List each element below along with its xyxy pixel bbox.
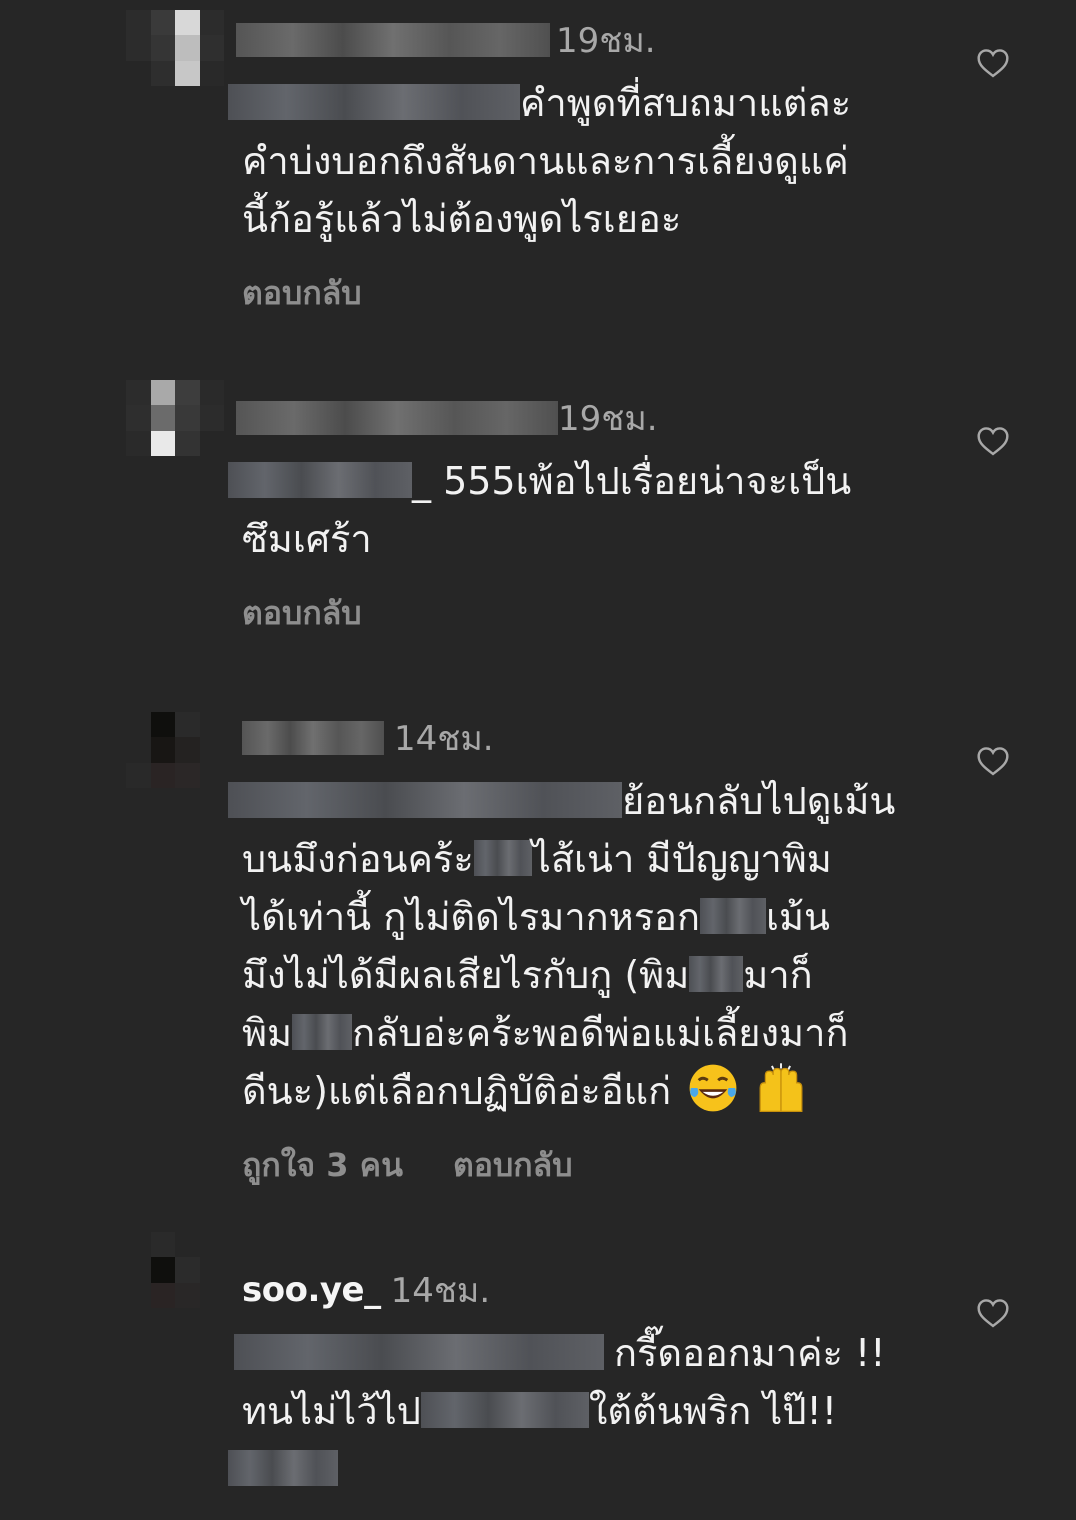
censor-mask: [292, 1014, 353, 1050]
avatar[interactable]: [126, 10, 224, 86]
blurred-mention[interactable]: [228, 782, 622, 818]
timestamp: 19ชม.: [556, 21, 656, 61]
comment-text-line: คำบ่งบอกถึงสันดานและการเลี้ยงดูแค่: [242, 139, 849, 183]
blurred-mention[interactable]: [234, 1334, 604, 1370]
comment-text-line: ดีนะ)แต่เลือกปฏิบัติอ่ะอีแก่: [242, 1069, 672, 1113]
likes-count[interactable]: ถูกใจ 3 คน: [242, 1140, 403, 1191]
comment-text-line: เม้น: [765, 895, 830, 939]
blurred-username[interactable]: [242, 721, 384, 755]
comment-text-line: _ 555เพ้อไปเรื่อยน่าจะเป็น: [412, 459, 852, 503]
reply-button[interactable]: ตอบกลับ: [453, 1140, 573, 1191]
comment-text-line: คำพูดที่สบถมาแต่ละ: [520, 81, 852, 125]
heart-outline-icon[interactable]: [976, 48, 1010, 78]
comment-text-line: นี้ก้อรู้แล้วไม่ต้องพูดไรเยอะ: [242, 197, 682, 241]
comment-header: soo.ye_ 14ชม.: [242, 1270, 490, 1311]
blurred-mention[interactable]: [228, 1450, 338, 1486]
blurred-mention[interactable]: [228, 462, 412, 498]
censor-mask: [473, 840, 532, 876]
blurred-username[interactable]: [236, 23, 550, 57]
censor-mask: [689, 956, 744, 992]
comment-header: 14ชม.: [242, 718, 494, 759]
comment-text: คำพูดที่สบถมาแต่ละ คำบ่งบอกถึงสันดานและก…: [228, 74, 928, 248]
comment-header: 19ชม.: [236, 20, 656, 61]
comment-text-line: กลับอ่ะคร้ะพอดีพ่อแม่เลี้ยงมาก็: [352, 1011, 849, 1055]
comment-text-line: ทนไม่ไว้ไป: [242, 1389, 421, 1433]
raised-hands-emoji: [759, 1063, 803, 1113]
comment-text: ย้อนกลับไปดูเม้น บนมึงก่อนคร้ะ ไส้เน่า มี…: [228, 772, 928, 1120]
avatar[interactable]: [126, 1232, 224, 1308]
censor-mask: [420, 1392, 589, 1428]
comment-text-line: มาก็: [743, 953, 813, 997]
comment-text-line: ได้เท่านี้ กูไม่ติดไรมากหรอก: [242, 895, 700, 939]
comment-text-line: กรี๊ดออกมาค่ะ !!: [614, 1331, 886, 1375]
avatar[interactable]: [126, 712, 224, 788]
comment-actions: ตอบกลับ: [242, 268, 362, 319]
heart-outline-icon[interactable]: [976, 746, 1010, 776]
comment-header: 19ชม.: [236, 398, 658, 439]
censor-mask: [699, 898, 766, 934]
comment-actions: ถูกใจ 3 คน ตอบกลับ: [242, 1140, 573, 1191]
laughing-tears-emoji: [689, 1064, 737, 1112]
comment-text-line: ซึมเศร้า: [242, 517, 372, 561]
reply-button[interactable]: ตอบกลับ: [242, 268, 362, 319]
comment-text-line: พิม: [242, 1011, 293, 1055]
reply-button[interactable]: ตอบกลับ: [242, 588, 362, 639]
heart-outline-icon[interactable]: [976, 1298, 1010, 1328]
comment-text-line: มึงไม่ได้มีผลเสียไรกับกู (พิม: [242, 953, 690, 997]
username[interactable]: soo.ye_: [242, 1270, 381, 1310]
comment-text-line: ไส้เน่า มีปัญญาพิม: [531, 837, 832, 881]
comment-text-line: ย้อนกลับไปดูเม้น: [622, 779, 896, 823]
comment-text-line: บนมึงก่อนคร้ะ: [242, 837, 474, 881]
avatar[interactable]: [126, 380, 224, 456]
comment-text: กรี๊ดออกมาค่ะ !! ทนไม่ไว้ไป ใต้ต้นพริก ไป…: [228, 1324, 934, 1498]
timestamp: 14ชม.: [390, 1271, 491, 1311]
blurred-username[interactable]: [236, 401, 558, 435]
comment-actions: ตอบกลับ: [242, 588, 362, 639]
timestamp: 14ชม.: [394, 719, 494, 759]
comment-text: _ 555เพ้อไปเรื่อยน่าจะเป็น ซึมเศร้า: [228, 452, 928, 568]
comment-text-line: ใต้ต้นพริก ไป๊!!: [588, 1389, 838, 1433]
blurred-mention[interactable]: [228, 84, 520, 120]
timestamp: 19ชม.: [558, 399, 658, 439]
heart-outline-icon[interactable]: [976, 426, 1010, 456]
